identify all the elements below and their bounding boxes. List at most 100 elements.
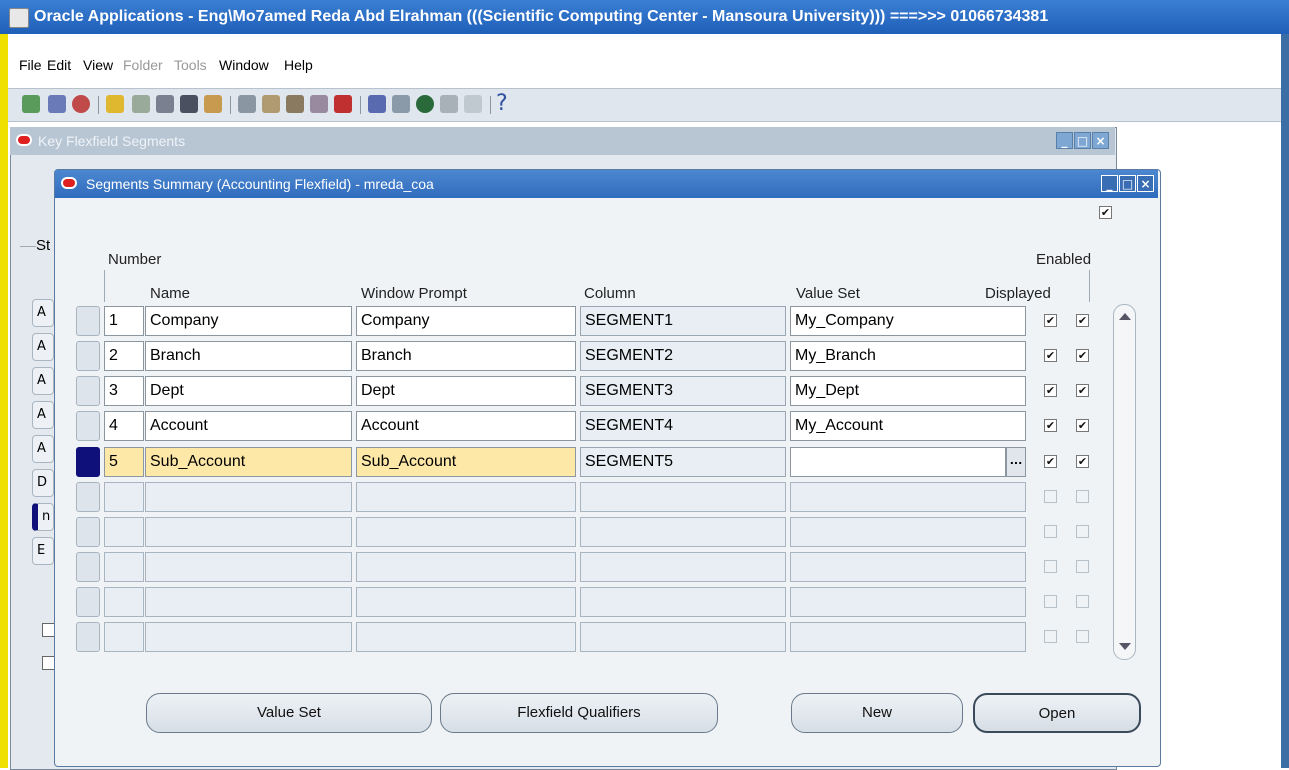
window-prompt-field[interactable]: Branch [356,341,576,371]
value-set-field[interactable] [790,517,1026,547]
save-icon[interactable] [106,95,124,113]
column-field[interactable] [580,552,786,582]
row-indicator[interactable] [76,482,100,512]
menu-edit[interactable]: Edit [47,57,71,73]
maximize-icon[interactable]: □ [1119,175,1136,192]
open-button[interactable]: Open [973,693,1141,733]
menu-tools[interactable]: Tools [174,57,207,73]
print-icon[interactable] [180,95,198,113]
name-field[interactable]: Dept [145,376,352,406]
displayed-checkbox[interactable]: ✔ [1044,455,1057,468]
enabled-checkbox[interactable]: ✔ [1076,384,1089,397]
name-field[interactable]: Sub_Account [145,447,352,477]
window-prompt-field[interactable]: Company [356,306,576,336]
value-set-field[interactable]: My_Account [790,411,1026,441]
clear-record-icon[interactable] [310,95,328,113]
number-field[interactable]: 4 [104,411,144,441]
window-prompt-field[interactable]: Account [356,411,576,441]
name-field[interactable] [145,622,352,652]
displayed-checkbox[interactable] [1044,595,1057,608]
column-field[interactable] [580,622,786,652]
column-field[interactable]: SEGMENT1 [580,306,786,336]
row-indicator[interactable] [76,376,100,406]
zoom-icon[interactable] [392,95,410,113]
kfs-row[interactable]: E [32,537,54,565]
row-indicator[interactable] [76,341,100,371]
navigator-icon[interactable] [72,95,90,113]
row-indicator-current[interactable] [76,447,100,477]
column-field[interactable]: SEGMENT2 [580,341,786,371]
column-field[interactable]: SEGMENT4 [580,411,786,441]
close-icon[interactable]: × [1137,175,1154,192]
kfs-row[interactable]: A [32,435,54,463]
number-field[interactable]: 2 [104,341,144,371]
number-field[interactable] [104,552,144,582]
name-field[interactable] [145,517,352,547]
column-field[interactable] [580,482,786,512]
displayed-checkbox[interactable] [1044,560,1057,573]
row-indicator[interactable] [76,587,100,617]
value-set-field[interactable] [790,447,1006,477]
value-set-button[interactable]: Value Set [146,693,432,733]
flexfield-qualifiers-button[interactable]: Flexfield Qualifiers [440,693,718,733]
header-checkbox[interactable]: ✔ [1099,206,1112,219]
number-field[interactable] [104,517,144,547]
row-indicator[interactable] [76,306,100,336]
number-field[interactable]: 5 [104,447,144,477]
enabled-checkbox[interactable] [1076,490,1089,503]
minimize-icon[interactable]: _ [1101,175,1118,192]
folder-tools-icon[interactable] [464,95,482,113]
displayed-checkbox[interactable]: ✔ [1044,419,1057,432]
name-field[interactable]: Account [145,411,352,441]
paste-icon[interactable] [286,95,304,113]
maximize-icon[interactable]: □ [1074,132,1091,149]
delete-record-icon[interactable] [334,95,352,113]
row-indicator[interactable] [76,622,100,652]
new-record-icon[interactable] [22,95,40,113]
window-prompt-field[interactable]: Sub_Account [356,447,576,477]
column-field[interactable] [580,517,786,547]
menu-help[interactable]: Help [284,57,313,73]
window-prompt-field[interactable]: Dept [356,376,576,406]
close-icon[interactable]: × [1092,132,1109,149]
number-field[interactable] [104,622,144,652]
name-field[interactable] [145,482,352,512]
enabled-checkbox[interactable] [1076,595,1089,608]
column-field[interactable]: SEGMENT3 [580,376,786,406]
kfs-row[interactable]: A [32,333,54,361]
menu-view[interactable]: View [83,57,113,73]
displayed-checkbox[interactable] [1044,525,1057,538]
number-field[interactable] [104,587,144,617]
name-field[interactable] [145,587,352,617]
window-prompt-field[interactable] [356,622,576,652]
switch-responsibility-icon[interactable] [156,95,174,113]
find-icon[interactable] [48,95,66,113]
menu-folder[interactable]: Folder [123,57,163,73]
column-field[interactable] [580,587,786,617]
enabled-checkbox[interactable]: ✔ [1076,314,1089,327]
name-field[interactable]: Branch [145,341,352,371]
kfs-row[interactable]: D [32,469,54,497]
row-indicator[interactable] [76,552,100,582]
column-field[interactable]: SEGMENT5 [580,447,786,477]
number-field[interactable]: 1 [104,306,144,336]
enabled-checkbox[interactable] [1076,525,1089,538]
window-prompt-field[interactable] [356,482,576,512]
cut-icon[interactable] [238,95,256,113]
kfs-row[interactable]: A [32,299,54,327]
kfs-row[interactable]: A [32,367,54,395]
copy-icon[interactable] [262,95,280,113]
window-prompt-field[interactable] [356,587,576,617]
name-field[interactable] [145,552,352,582]
value-set-field[interactable] [790,622,1026,652]
value-set-field[interactable]: My_Branch [790,341,1026,371]
window-prompt-field[interactable] [356,517,576,547]
displayed-checkbox[interactable] [1044,630,1057,643]
kfs-row[interactable]: n [32,503,54,531]
number-field[interactable] [104,482,144,512]
menu-file[interactable]: File [19,57,42,73]
name-field[interactable]: Company [145,306,352,336]
edit-field-icon[interactable] [368,95,386,113]
enabled-checkbox[interactable] [1076,630,1089,643]
number-field[interactable]: 3 [104,376,144,406]
